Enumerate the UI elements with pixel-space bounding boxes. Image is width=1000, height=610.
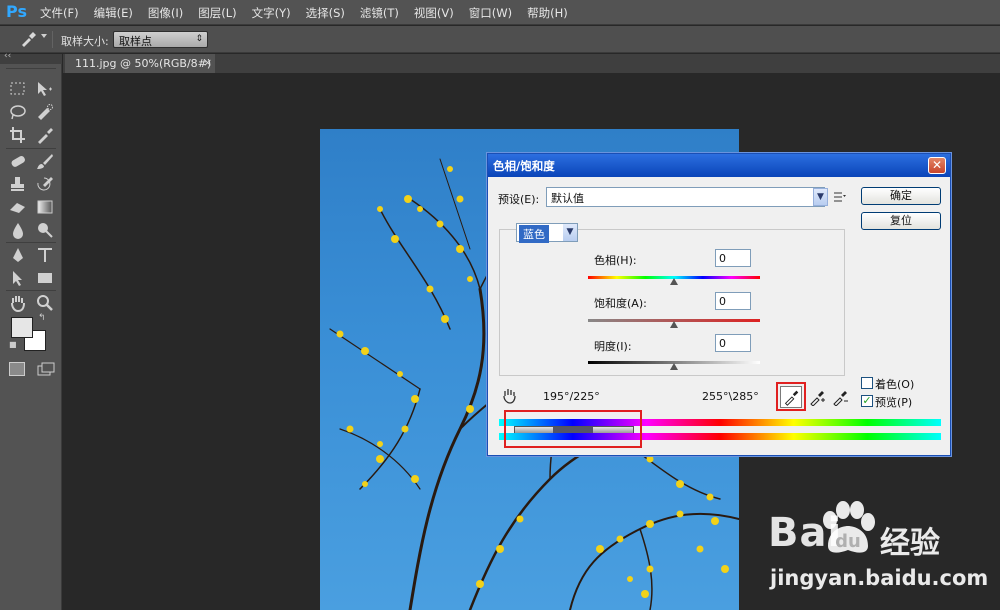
adjustment-group bbox=[499, 229, 845, 376]
menu-type[interactable]: 文字(Y) bbox=[252, 5, 291, 21]
preview-label[interactable]: 预览(P) bbox=[875, 394, 912, 410]
preset-select[interactable]: 默认值 bbox=[546, 187, 825, 207]
dialog-title[interactable]: 色相/饱和度 bbox=[488, 154, 950, 177]
photoshop-logo: Ps bbox=[6, 2, 27, 21]
lightness-slider-thumb[interactable] bbox=[670, 363, 678, 370]
eyedropper-highlight-box bbox=[776, 382, 806, 411]
chevron-down-icon[interactable]: ▼ bbox=[563, 224, 577, 241]
divider bbox=[6, 148, 56, 149]
lightness-input[interactable]: 0 bbox=[715, 334, 751, 352]
saturation-label: 饱和度(A): bbox=[594, 297, 647, 310]
foreground-color-swatch[interactable] bbox=[11, 317, 33, 338]
history-brush-icon[interactable] bbox=[35, 175, 55, 193]
gradient-tool-icon[interactable] bbox=[35, 198, 55, 216]
blur-tool-icon[interactable] bbox=[8, 221, 28, 239]
eraser-tool-icon[interactable] bbox=[8, 198, 28, 216]
lightness-label: 明度(I): bbox=[594, 340, 632, 353]
colorize-label[interactable]: 着色(O) bbox=[875, 376, 914, 392]
sample-size-select[interactable]: 取样点 ⇕ bbox=[113, 31, 208, 48]
saturation-input[interactable]: 0 bbox=[715, 292, 751, 310]
colorize-checkbox[interactable] bbox=[861, 377, 873, 389]
sample-size-label: 取样大小: bbox=[61, 35, 109, 48]
tools-panel-header[interactable]: ‹‹ bbox=[0, 51, 62, 64]
hue-input[interactable]: 0 bbox=[715, 249, 751, 267]
path-selection-tool-icon[interactable] bbox=[8, 269, 28, 287]
collapse-icon[interactable]: ‹‹ bbox=[4, 51, 11, 61]
close-tab-icon[interactable]: × bbox=[203, 56, 212, 69]
hue-label: 色相(H): bbox=[594, 254, 637, 267]
lasso-tool-icon[interactable] bbox=[8, 103, 28, 121]
type-tool-icon[interactable] bbox=[35, 246, 55, 264]
chevron-down-icon[interactable]: ▼ bbox=[813, 188, 828, 206]
subtract-from-sample-eyedropper-icon[interactable] bbox=[831, 388, 849, 407]
preview-checkbox[interactable]: ✓ bbox=[861, 395, 873, 407]
document-tab[interactable]: 111.jpg @ 50%(RGB/8#) × bbox=[65, 54, 215, 73]
menu-edit[interactable]: 编辑(E) bbox=[94, 5, 133, 21]
marquee-tool-icon[interactable] bbox=[8, 80, 28, 98]
tool-preset-chevron-icon[interactable] bbox=[41, 34, 47, 38]
clone-stamp-icon[interactable] bbox=[8, 175, 28, 193]
preset-label: 预设(E): bbox=[498, 193, 540, 206]
options-bar: 取样大小: 取样点 ⇕ bbox=[0, 26, 1000, 53]
menu-bar: Ps 文件(F) 编辑(E) 图像(I) 图层(L) 文字(Y) 选择(S) 滤… bbox=[0, 0, 1000, 25]
move-tool-icon[interactable] bbox=[35, 80, 55, 98]
tools-panel: ‹‹ ↰ ■ bbox=[0, 51, 62, 610]
range-left-readout: 195°/225° bbox=[543, 390, 600, 403]
eyedropper-icon[interactable] bbox=[35, 126, 55, 144]
range-highlight-box bbox=[504, 410, 642, 448]
spot-healing-brush-icon[interactable] bbox=[8, 152, 28, 170]
menu-view[interactable]: 视图(V) bbox=[414, 5, 454, 21]
rectangle-tool-icon[interactable] bbox=[35, 269, 55, 287]
eyedropper-tool-icon[interactable] bbox=[18, 31, 38, 47]
quick-mask-icon[interactable] bbox=[9, 362, 25, 376]
hand-tool-icon[interactable] bbox=[8, 294, 28, 313]
add-to-sample-eyedropper-icon[interactable] bbox=[808, 388, 826, 407]
document-tab-title: 111.jpg @ 50%(RGB/8#) bbox=[75, 57, 212, 70]
menu-items: 文件(F) 编辑(E) 图像(I) 图层(L) 文字(Y) 选择(S) 滤镜(T… bbox=[40, 0, 583, 25]
preset-options-icon[interactable] bbox=[833, 191, 847, 203]
menu-layer[interactable]: 图层(L) bbox=[198, 5, 236, 21]
divider bbox=[6, 242, 56, 243]
saturation-slider-thumb[interactable] bbox=[670, 321, 678, 328]
hue-slider-thumb[interactable] bbox=[670, 278, 678, 285]
targeted-adjustment-hand-icon[interactable] bbox=[500, 387, 518, 405]
sample-size-value: 取样点 bbox=[119, 35, 152, 48]
divider bbox=[6, 68, 56, 69]
channel-select[interactable]: 蓝色 ▼ bbox=[516, 223, 578, 243]
baidu-paw-icon: du bbox=[818, 500, 876, 556]
crop-tool-icon[interactable] bbox=[8, 126, 28, 144]
divider bbox=[52, 31, 53, 48]
menu-file[interactable]: 文件(F) bbox=[40, 5, 79, 21]
brush-tool-icon[interactable] bbox=[35, 152, 55, 170]
ok-button[interactable]: 确定 bbox=[861, 187, 941, 205]
reset-button[interactable]: 复位 bbox=[861, 212, 941, 230]
jingyan-watermark: 经验 bbox=[880, 526, 940, 561]
menu-window[interactable]: 窗口(W) bbox=[469, 5, 512, 21]
zoom-tool-icon[interactable] bbox=[35, 294, 55, 312]
menu-image[interactable]: 图像(I) bbox=[148, 5, 183, 21]
updown-arrows-icon: ⇕ bbox=[195, 34, 203, 44]
svg-text:du: du bbox=[835, 531, 861, 552]
watermark-url: jingyan.baidu.com bbox=[770, 566, 989, 590]
menu-select[interactable]: 选择(S) bbox=[306, 5, 345, 21]
channel-value: 蓝色 bbox=[519, 225, 549, 243]
menu-filter[interactable]: 滤镜(T) bbox=[360, 5, 399, 21]
divider bbox=[6, 290, 56, 291]
document-tab-bar: 111.jpg @ 50%(RGB/8#) × bbox=[63, 54, 1000, 73]
range-right-readout: 255°\285° bbox=[702, 390, 759, 403]
dodge-tool-icon[interactable] bbox=[35, 221, 55, 239]
menu-help[interactable]: 帮助(H) bbox=[527, 5, 568, 21]
screen-mode-icon[interactable] bbox=[37, 362, 55, 376]
preset-value: 默认值 bbox=[551, 192, 584, 205]
swap-colors-icon[interactable]: ↰ bbox=[38, 313, 46, 323]
quick-selection-tool-icon[interactable] bbox=[35, 103, 55, 121]
pen-tool-icon[interactable] bbox=[8, 246, 28, 264]
close-icon[interactable]: ✕ bbox=[928, 157, 946, 174]
default-colors-icon[interactable]: ■ bbox=[9, 340, 17, 349]
